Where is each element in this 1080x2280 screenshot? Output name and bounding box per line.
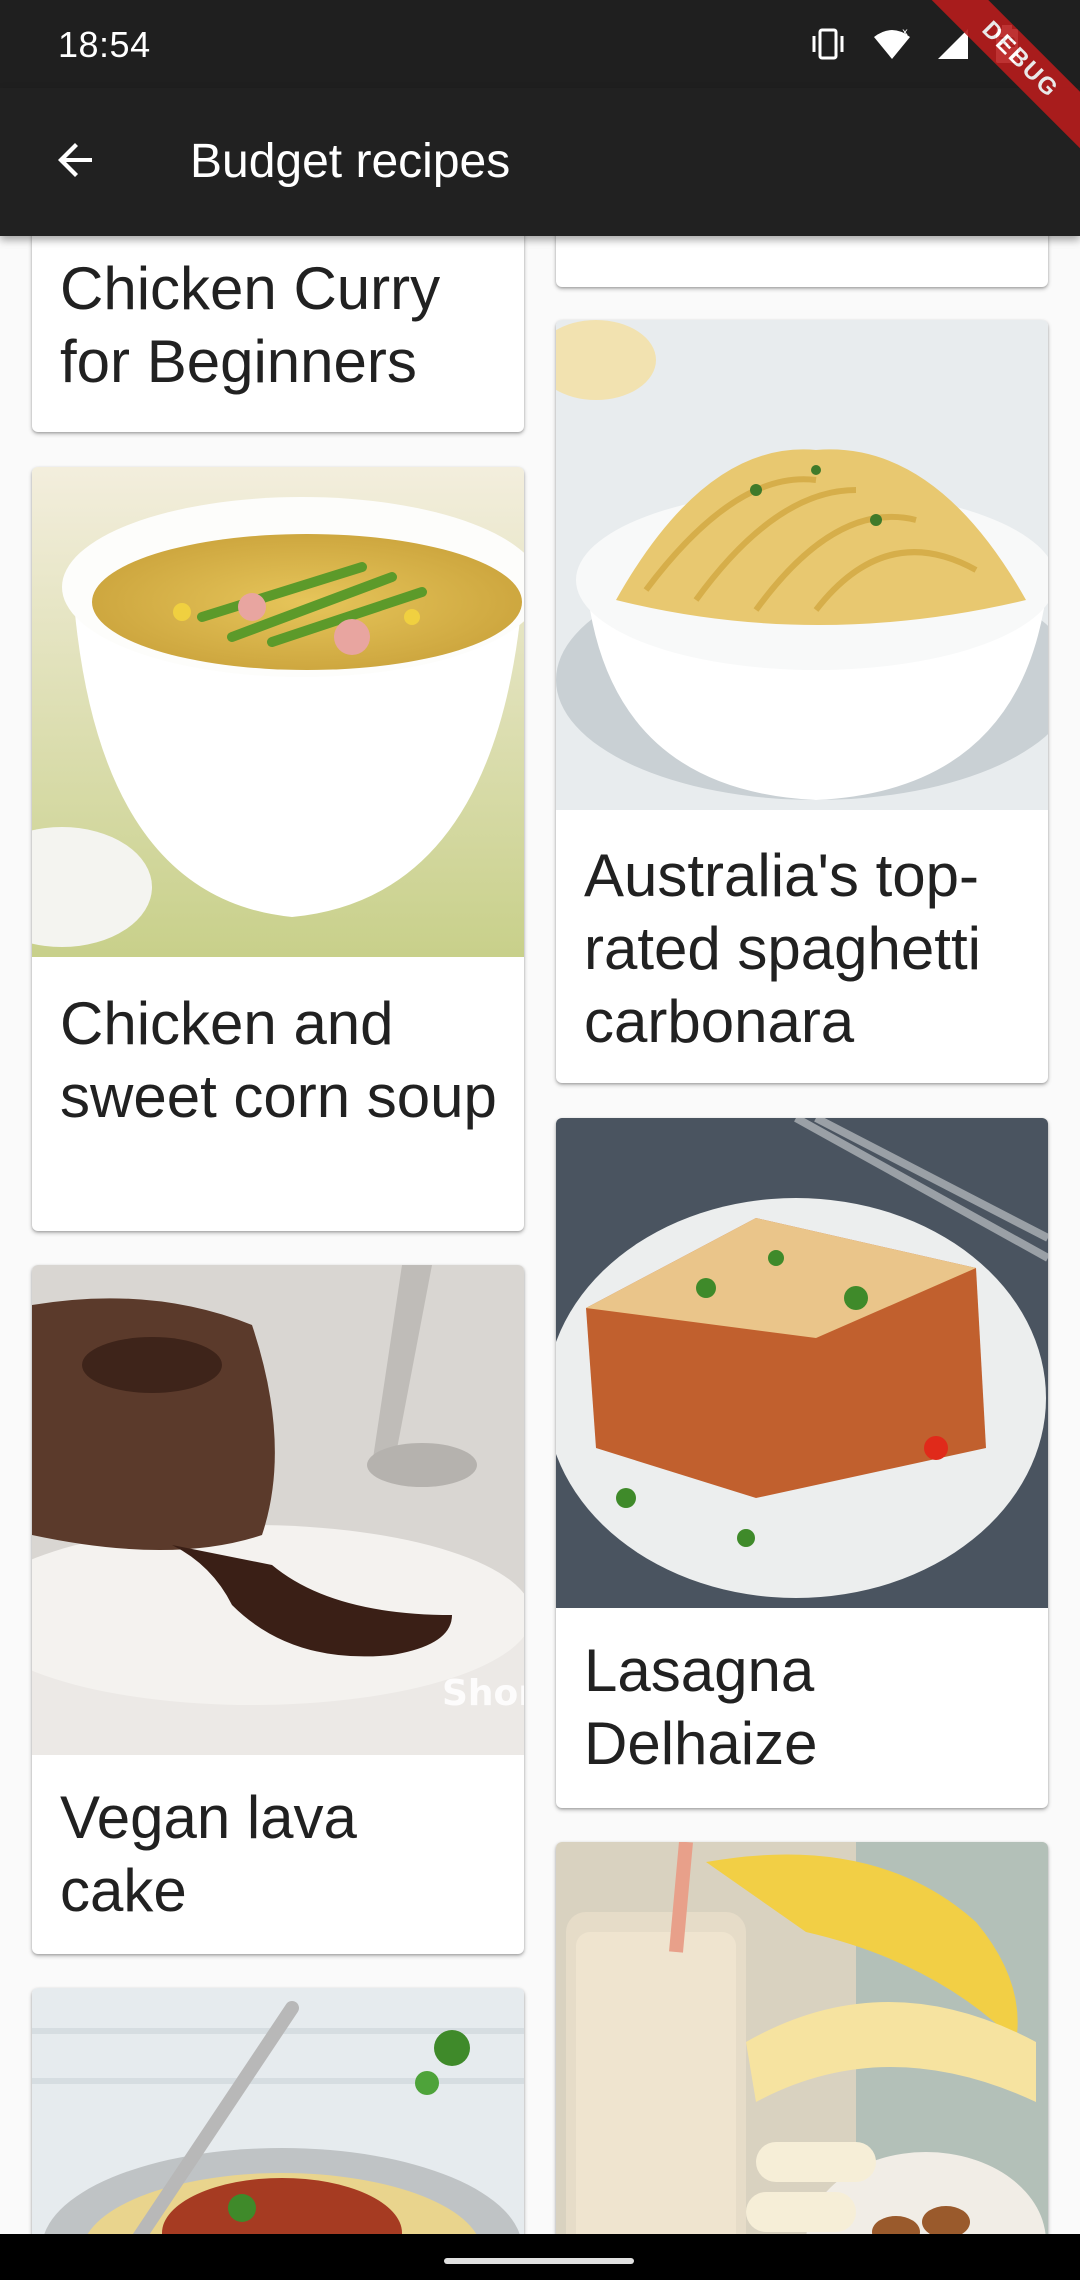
recipe-card[interactable]: Lasagna Delhaize	[556, 1118, 1048, 1808]
status-time: 18:54	[58, 24, 151, 65]
recipe-card[interactable]: Australia's top-rated spaghetti carbonar…	[556, 320, 1048, 1083]
recipe-title: Chicken Curry for Beginners	[60, 255, 441, 395]
recipe-title: Australia's top-rated spaghetti carbonar…	[584, 842, 981, 1055]
recipe-title: Vegan lava cake	[60, 1784, 357, 1924]
back-button[interactable]	[36, 122, 116, 202]
recipe-card[interactable]	[556, 236, 1048, 287]
recipe-card[interactable]: Chicken and sweet corn soup	[32, 467, 524, 1231]
bolognese-photo	[32, 1988, 524, 2234]
banana-smoothie-photo	[556, 1842, 1048, 2234]
status-bar: 18:54 x	[0, 0, 1080, 88]
recipe-title: Lasagna Delhaize	[584, 1637, 818, 1777]
recipe-card[interactable]	[556, 1842, 1048, 2234]
system-nav-bar	[0, 2234, 1080, 2280]
recipe-card[interactable]	[32, 1988, 524, 2234]
wifi-icon: x	[872, 27, 912, 61]
app-bar: Budget recipes	[0, 88, 1080, 236]
lava-cake-photo: Shor	[32, 1265, 524, 1755]
recipe-card[interactable]: Shor Vegan lava cake	[32, 1265, 524, 1954]
home-handle[interactable]	[444, 2258, 634, 2264]
recipe-grid: Chicken Curry for Beginners Chicken and …	[0, 236, 1080, 2234]
vibrate-icon	[808, 26, 848, 62]
recipe-card[interactable]: Chicken Curry for Beginners	[32, 236, 524, 432]
screen: 18:54 x DEBUG Budget recipes Chicken Cur…	[0, 0, 1080, 2280]
page-title: Budget recipes	[190, 135, 511, 188]
recipe-title: Chicken and sweet corn soup	[60, 990, 497, 1130]
svg-text:x: x	[902, 27, 908, 38]
svg-text:Shor: Shor	[442, 1673, 524, 1714]
carbonara-photo	[556, 320, 1048, 810]
soup-photo	[32, 467, 524, 957]
arrow-back-icon	[52, 136, 100, 189]
lasagna-photo	[556, 1118, 1048, 1608]
